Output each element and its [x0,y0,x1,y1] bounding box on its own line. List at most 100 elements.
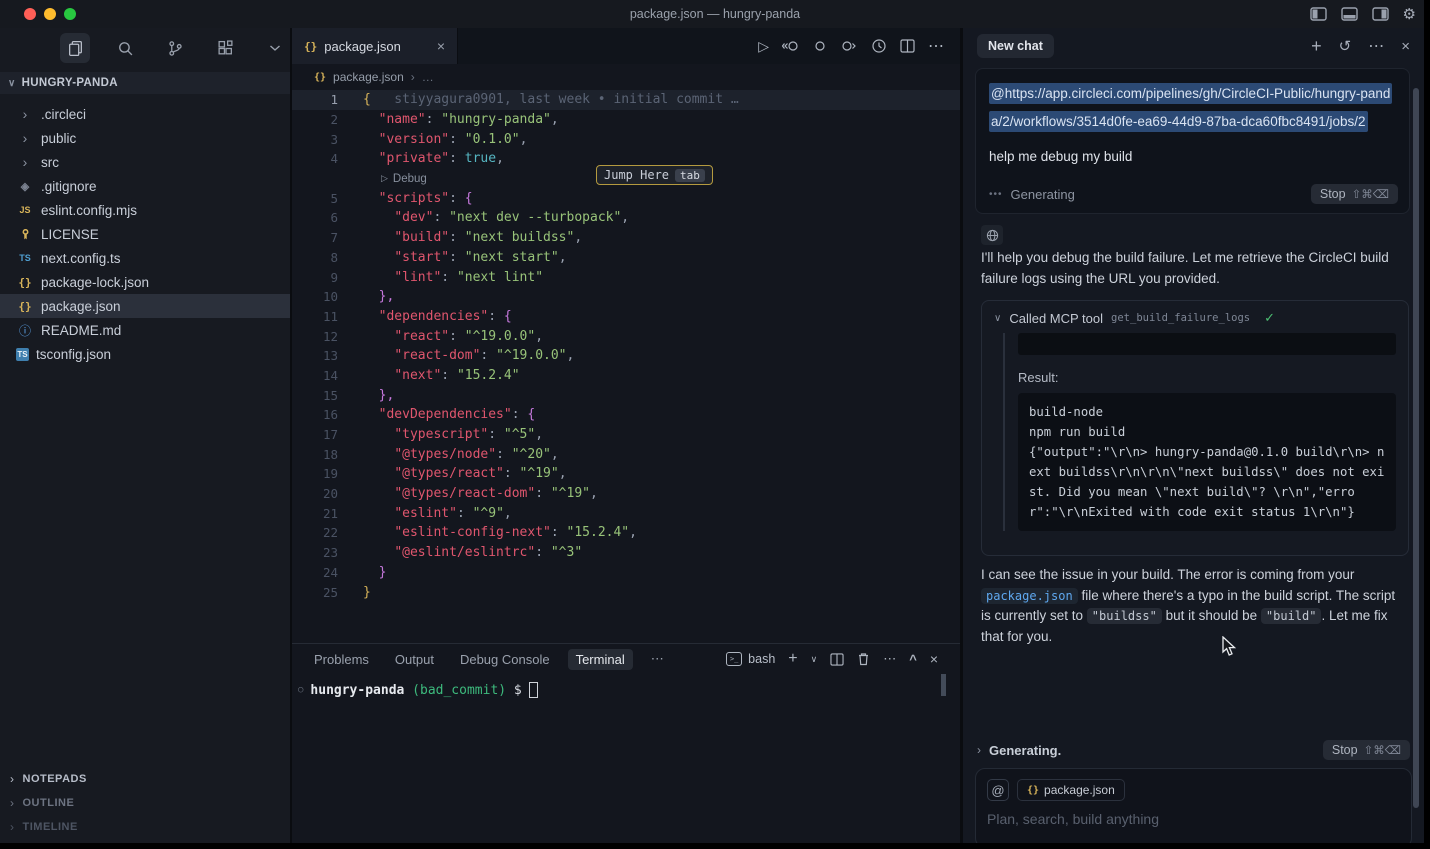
terminal-panel: Problems Output Debug Console Terminal ⋯ >_… [292,643,960,843]
pipeline-link[interactable]: @https://app.circleci.com/pipelines/gh/C… [989,80,1396,136]
file-item-tsconfig-json[interactable]: TStsconfig.json [0,342,290,366]
shell-chip[interactable]: >_ bash [726,652,775,666]
run-history-icon[interactable] [871,38,887,54]
code-line-25[interactable]: 25} [292,582,960,602]
jump-here-hint[interactable]: Jump Here tab [596,165,713,185]
file-item-eslint-config-mjs[interactable]: JSeslint.config.mjs [0,198,290,222]
prompt-branch: (bad_commit) [404,683,506,698]
close-chat-icon[interactable]: × [1401,38,1410,55]
source-control-icon[interactable] [160,33,190,63]
breadcrumb[interactable]: {} package.json › … [292,64,960,90]
code-line-3[interactable]: 3 "version": "0.1.0", [292,129,960,149]
toggle-bottom-panel-icon[interactable] [1341,7,1358,21]
code-line-24[interactable]: 24 } [292,563,960,583]
chat-input[interactable]: @ {} package.json Plan, search, build an… [975,768,1412,848]
project-header[interactable]: ∨ HUNGRY-PANDA [0,72,290,94]
code-line-19[interactable]: 19 "@types/react": "^19", [292,464,960,484]
code-line-22[interactable]: 22 "eslint-config-next": "15.2.4", [292,523,960,543]
toggle-right-sidebar-icon[interactable] [1372,7,1389,21]
code-line-8[interactable]: 8 "start": "next start", [292,248,960,268]
file-item-next-config-ts[interactable]: TSnext.config.ts [0,246,290,270]
maximize-panel-icon[interactable]: ^ [909,652,917,667]
file-item-src[interactable]: ›src [0,150,290,174]
code-line-21[interactable]: 21 "eslint": "^9", [292,503,960,523]
more-actions-icon[interactable]: ⋯ [928,36,944,56]
line-number: 24 [292,565,338,580]
next-change-icon[interactable] [840,39,858,53]
close-tab-icon[interactable]: × [437,38,445,54]
file-item-license[interactable]: LICENSE [0,222,290,246]
kill-terminal-icon[interactable] [857,652,870,666]
new-chat-icon[interactable]: + [1311,36,1322,57]
previous-change-icon[interactable] [782,39,800,53]
code-line-1[interactable]: 1{ stiyyagura0901, last week • initial c… [292,90,960,110]
chat-scrollbar[interactable] [1413,88,1419,808]
code-line-23[interactable]: 23 "@eslint/eslintrc": "^3" [292,543,960,563]
more-panel-tabs-icon[interactable]: ⋯ [651,651,664,667]
code-line-12[interactable]: 12 "react": "^19.0.0", [292,326,960,346]
chat-more-icon[interactable]: ⋯ [1368,36,1384,56]
code-line-13[interactable]: 13 "react-dom": "^19.0.0", [292,346,960,366]
panel-tab-debug-console[interactable]: Debug Console [460,652,550,667]
file-label: next.config.ts [41,251,121,266]
tab-package-json[interactable]: {} package.json × [292,28,458,64]
json-braces-icon: {} [16,300,34,313]
code-line-9[interactable]: 9 "lint": "next lint" [292,267,960,287]
panel-tab-output[interactable]: Output [395,652,434,667]
new-terminal-icon[interactable]: + [788,650,797,668]
chevron-down-icon[interactable] [260,33,290,63]
stop-button[interactable]: Stop ⇧⌘⌫ [1311,184,1398,204]
terminal-dropdown-icon[interactable]: ∨ [811,654,818,665]
file-item-readme-md[interactable]: ⓘREADME.md [0,318,290,342]
code-line-20[interactable]: 20 "@types/react-dom": "^19", [292,484,960,504]
context-file-chip[interactable]: {} package.json [1017,779,1125,801]
run-icon[interactable]: ▷ [758,38,769,55]
footer-stop-button[interactable]: Stop ⇧⌘⌫ [1323,740,1410,760]
file-item-package-lock-json[interactable]: {}package-lock.json [0,270,290,294]
code-line-11[interactable]: 11 "dependencies": { [292,307,960,327]
terminal-content[interactable]: ○ hungry-panda (bad_commit) $ [292,674,960,698]
close-panel-icon[interactable]: × [930,651,938,667]
file-item--circleci[interactable]: ›.circleci [0,102,290,126]
expand-chevron-icon[interactable]: › [977,743,981,757]
explorer-icon[interactable] [60,33,90,63]
project-name: HUNGRY-PANDA [22,77,118,89]
file-item--gitignore[interactable]: ◈.gitignore [0,174,290,198]
search-icon[interactable] [110,33,140,63]
split-terminal-icon[interactable] [830,653,844,666]
footer-stop-shortcut: ⇧⌘⌫ [1364,743,1401,757]
terminal-scrollbar[interactable] [941,674,946,696]
chat-tab[interactable]: New chat [977,34,1054,58]
code-line-18[interactable]: 18 "@types/node": "^20", [292,444,960,464]
extensions-icon[interactable] [210,33,240,63]
code-line-16[interactable]: 16 "devDependencies": { [292,405,960,425]
more-terminal-actions-icon[interactable]: ⋯ [883,651,896,667]
breadcrumb-file[interactable]: package.json [333,70,404,84]
breadcrumb-more[interactable]: … [422,70,434,84]
file-label: .gitignore [41,179,97,194]
sidebar-section-notepads[interactable]: ›NOTEPADS [0,767,290,791]
collapse-chevron-icon[interactable]: ∨ [994,313,1001,324]
chat-history-icon[interactable]: ↺ [1339,37,1352,55]
panel-tab-terminal[interactable]: Terminal [568,649,633,670]
mcp-tool-card[interactable]: ∨ Called MCP tool get_build_failure_logs… [981,300,1409,556]
sidebar-section-timeline[interactable]: ›TIMELINE [0,815,290,839]
panel-tab-problems[interactable]: Problems [314,652,369,667]
code-line-17[interactable]: 17 "typescript": "^5", [292,425,960,445]
code-line-7[interactable]: 7 "build": "next buildss", [292,228,960,248]
code-line-2[interactable]: 2 "name": "hungry-panda", [292,110,960,130]
code-line-15[interactable]: 15 }, [292,385,960,405]
file-item-public[interactable]: ›public [0,126,290,150]
code-line-10[interactable]: 10 }, [292,287,960,307]
tool-params-collapsed[interactable] [1018,333,1396,355]
split-editor-icon[interactable] [900,39,915,53]
file-item-package-json[interactable]: {}package.json [0,294,290,318]
code-line-6[interactable]: 6 "dev": "next dev --turbopack", [292,208,960,228]
code-line-5[interactable]: 5 "scripts": { [292,188,960,208]
code-line-14[interactable]: 14 "next": "15.2.4" [292,366,960,386]
add-context-button[interactable]: @ [987,779,1009,801]
current-change-icon[interactable] [813,39,827,53]
sidebar-section-outline[interactable]: ›OUTLINE [0,791,290,815]
toggle-left-sidebar-icon[interactable] [1310,7,1327,21]
settings-gear-icon[interactable]: ⚙ [1403,5,1416,23]
